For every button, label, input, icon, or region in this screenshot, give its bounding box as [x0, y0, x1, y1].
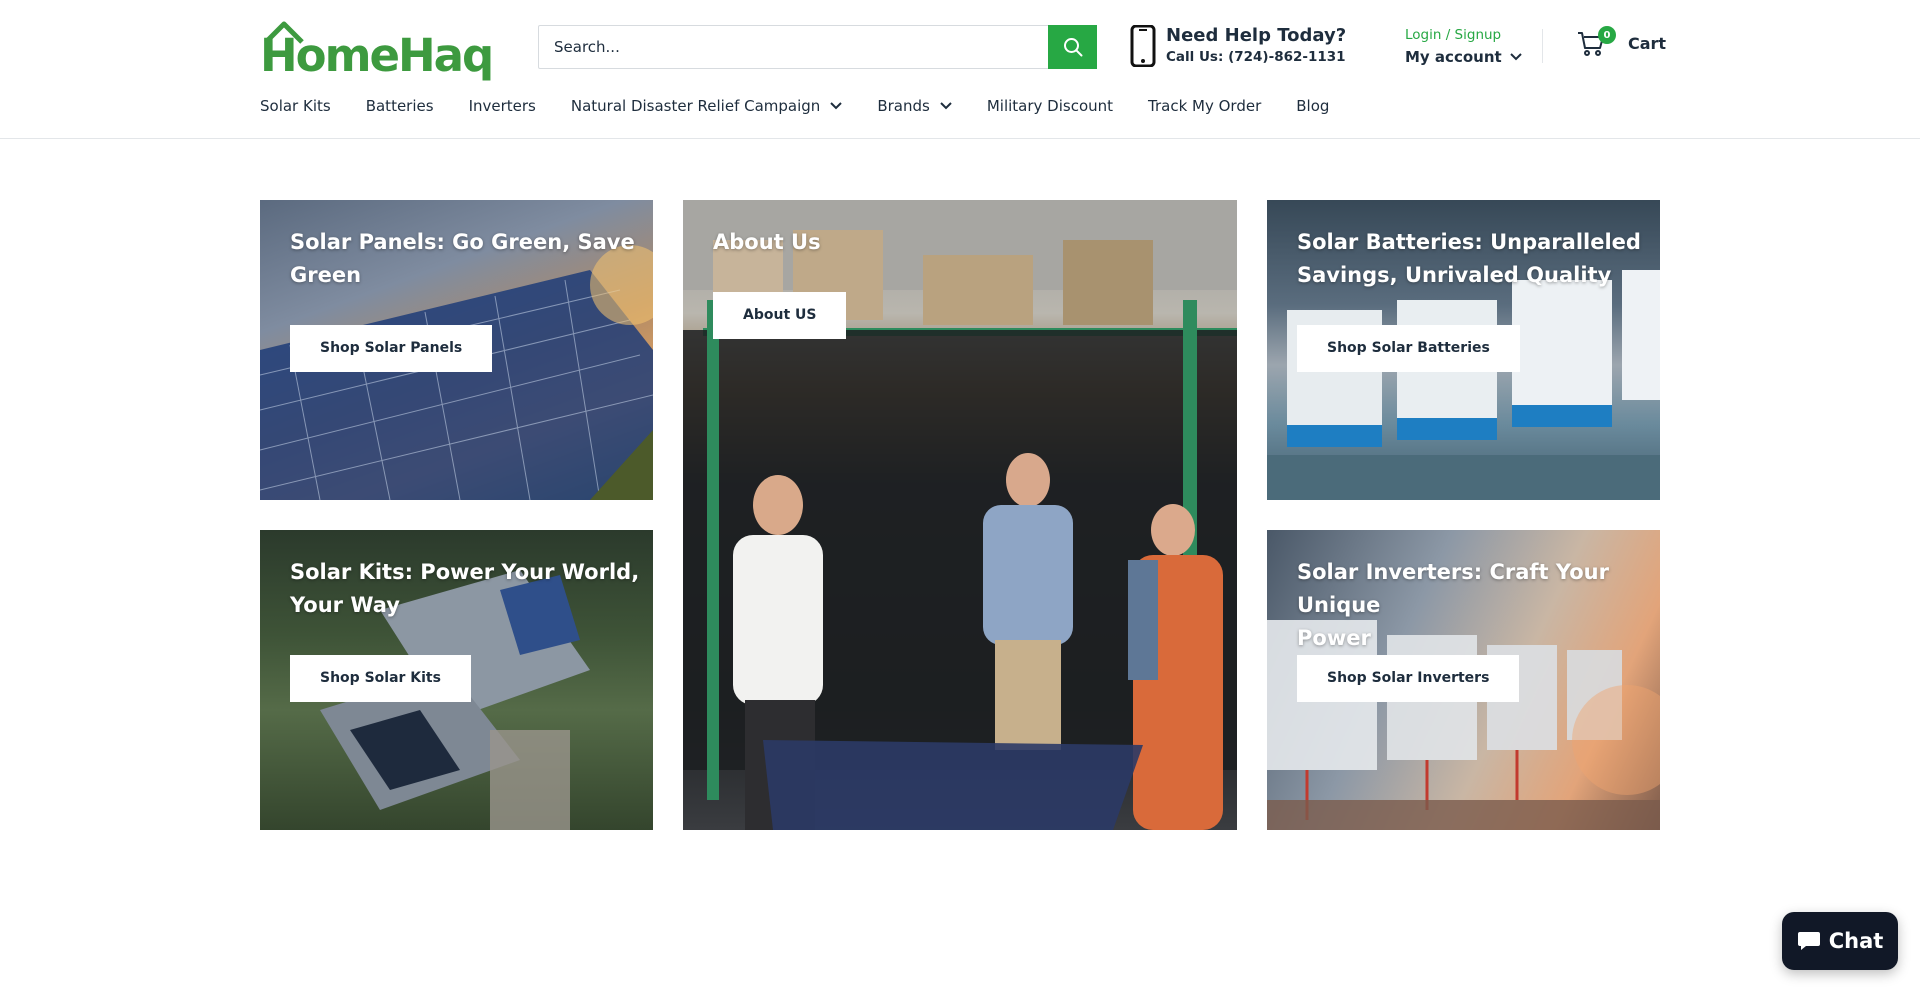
chevron-down-icon: [1509, 53, 1522, 61]
nav-item-solar-kits[interactable]: Solar Kits: [260, 97, 331, 115]
my-account-label: My account: [1405, 48, 1502, 66]
phone-icon: [1130, 25, 1156, 67]
nav-label: Military Discount: [986, 97, 1114, 115]
tile-title: Solar Kits: Power Your World, Your Way: [290, 556, 639, 622]
tile-solar-panels[interactable]: Solar Panels: Go Green, Save Green Shop …: [260, 200, 653, 500]
nav-item-blog[interactable]: Blog: [1296, 97, 1329, 115]
site-header: HomeHaq Need Help Today? Call Us: (724)-…: [0, 0, 1920, 139]
search-button[interactable]: [1048, 25, 1097, 69]
cart-icon: 0: [1576, 26, 1616, 58]
about-us-button[interactable]: About US: [713, 292, 847, 339]
chat-bubble-icon: [1797, 932, 1820, 950]
search-icon: [1063, 38, 1082, 57]
nav-item-inverters[interactable]: Inverters: [469, 97, 536, 115]
chat-label: Chat: [1828, 929, 1884, 953]
chevron-down-icon: [830, 102, 843, 110]
tile-title: Solar Panels: Go Green, Save Green: [290, 226, 635, 292]
account-menu: Login / Signup My account: [1405, 25, 1522, 69]
tile-title-line: About Us: [713, 230, 821, 254]
help-contact: Need Help Today? Call Us: (724)-862-1131: [1130, 22, 1346, 70]
nav-label: Blog: [1296, 97, 1330, 115]
shop-solar-batteries-button[interactable]: Shop Solar Batteries: [1297, 325, 1520, 372]
shop-solar-inverters-button[interactable]: Shop Solar Inverters: [1297, 655, 1520, 702]
login-signup-link[interactable]: Login / Signup: [1405, 25, 1522, 45]
site-logo[interactable]: HomeHaq: [260, 18, 494, 78]
chat-button[interactable]: Chat: [1782, 912, 1898, 970]
tile-title-line: Green: [290, 263, 362, 287]
cart-button[interactable]: 0 Cart: [1576, 26, 1667, 58]
nav-label: Inverters: [468, 97, 536, 115]
cart-count-badge: 0: [1598, 26, 1616, 44]
nav-label: Batteries: [365, 97, 434, 115]
nav-item-brands[interactable]: Brands: [877, 97, 952, 115]
nav-label: Natural Disaster Relief Campaign: [570, 97, 821, 115]
shop-solar-kits-button[interactable]: Shop Solar Kits: [290, 655, 471, 702]
nav-label: Track My Order: [1148, 97, 1262, 115]
shop-solar-panels-button[interactable]: Shop Solar Panels: [290, 325, 493, 372]
nav-item-natural-disaster-relief[interactable]: Natural Disaster Relief Campaign: [570, 97, 843, 115]
tile-title: About Us: [713, 226, 821, 259]
search-input[interactable]: [539, 26, 1048, 68]
tile-solar-kits[interactable]: Solar Kits: Power Your World, Your Way S…: [260, 530, 653, 830]
help-title: Need Help Today?: [1166, 25, 1347, 46]
tile-about-us[interactable]: About Us About US: [683, 200, 1237, 830]
tile-title-line: Solar Batteries: Unparalleled: [1297, 230, 1641, 254]
tile-solar-inverters[interactable]: Solar Inverters: Craft Your Unique Power…: [1267, 530, 1660, 830]
chevron-down-icon: [940, 102, 952, 110]
nav-item-military-discount[interactable]: Military Discount: [987, 97, 1113, 115]
nav-item-track-order[interactable]: Track My Order: [1148, 97, 1261, 115]
tile-solar-batteries[interactable]: Solar Batteries: Unparalleled Savings, U…: [1267, 200, 1660, 500]
tile-title: Solar Batteries: Unparalleled Savings, U…: [1297, 226, 1641, 292]
tile-title-line: Power: [1297, 626, 1371, 650]
search-bar: [538, 25, 1097, 69]
header-divider: [1542, 29, 1543, 63]
nav-label: Brands: [877, 97, 930, 115]
tile-title-line: Solar Inverters: Craft Your Unique: [1297, 560, 1609, 617]
nav-item-batteries[interactable]: Batteries: [366, 97, 434, 115]
logo-text: HomeHaq: [260, 29, 494, 82]
tile-title-line: Your Way: [290, 593, 400, 617]
tile-title-line: Savings, Unrivaled Quality: [1297, 263, 1612, 287]
help-phone[interactable]: Call Us: (724)-862-1131: [1166, 47, 1346, 67]
tile-title: Solar Inverters: Craft Your Unique Power: [1297, 556, 1660, 655]
tile-title-line: Solar Panels: Go Green, Save: [290, 230, 635, 254]
tile-title-line: Solar Kits: Power Your World,: [290, 560, 640, 584]
nav-label: Solar Kits: [260, 97, 331, 115]
cart-label: Cart: [1628, 33, 1667, 53]
main-nav: Solar Kits Batteries Inverters Natural D…: [260, 94, 1364, 118]
my-account-dropdown[interactable]: My account: [1405, 45, 1522, 69]
